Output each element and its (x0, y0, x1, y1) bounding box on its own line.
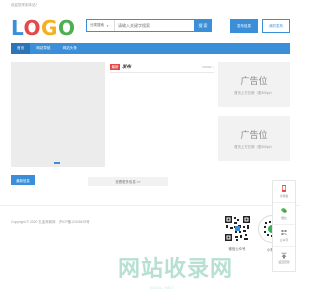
phone-icon (282, 185, 286, 193)
wechat-icon (281, 208, 287, 214)
nav-item-home[interactable]: 首页 (11, 43, 31, 54)
site-logo[interactable]: LOGO (11, 18, 75, 38)
nav-item-site-nav[interactable]: 网站导航 (30, 43, 56, 54)
my-posts-button[interactable]: 我的发布 (262, 19, 290, 33)
banner-indicator[interactable] (54, 162, 60, 164)
search-box: 分类搜索 ▼ (86, 19, 211, 32)
ad-title: 广告位 (240, 130, 268, 140)
ad-subtitle: 首页上方右侧（宽300px） (234, 145, 274, 149)
watermark-text: 网站收录网 (118, 257, 234, 282)
float-back-top[interactable]: 返回顶部 (273, 247, 295, 269)
view-more-button[interactable]: 查看更多信息 >> (88, 177, 168, 186)
latest-news-header: 最新 发布 MORE > (110, 64, 214, 73)
news-title: 发布 (122, 64, 131, 69)
copyright-text: Copyright © 2020 五金商城网 沪ICP备12345678号 (11, 220, 90, 224)
main-nav: 首页 网站导航 网站头条 (11, 43, 290, 54)
floating-toolbar: 手机版 微信 公众号 返回顶部 (272, 180, 296, 272)
nav-item-headlines[interactable]: 网站头条 (57, 43, 83, 54)
watermark: 网站收录网 (118, 258, 233, 282)
back-top-icon (281, 252, 287, 259)
search-type-select[interactable]: 分类搜索 ▼ (87, 20, 115, 31)
qr-wechat-label: 微信公众号 (228, 247, 246, 251)
news-more-link[interactable]: MORE > (202, 65, 214, 69)
float-wechat[interactable]: 微信 (273, 203, 295, 225)
qrcode-icon (223, 215, 251, 242)
chevron-down-icon: ▼ (106, 23, 109, 28)
float-mobile[interactable]: 手机版 (273, 181, 295, 203)
latest-info-button[interactable]: 最新信息 (11, 175, 35, 185)
ad-title: 广告位 (240, 76, 268, 86)
ad-slot-1[interactable]: 广告位 首页上方右侧（宽300px） (218, 62, 290, 107)
banner-slideshow[interactable] (11, 62, 105, 167)
search-button[interactable]: 搜 索 (194, 19, 212, 32)
wechat-qr: 微信公众号 (220, 215, 254, 251)
welcome-text: 欢迎您来到本站！ (11, 3, 39, 7)
ad-subtitle: 首页上方右侧（宽300px） (234, 91, 274, 95)
float-official-account[interactable]: 公众号 (273, 225, 295, 247)
news-tag: 最新 (110, 64, 120, 70)
publish-button[interactable]: 发布信息 (230, 19, 258, 33)
watermark-url: WZSL.NET (150, 285, 175, 290)
footer-divider (0, 205, 300, 206)
ad-slot-2[interactable]: 广告位 首页上方右侧（宽300px） (218, 116, 290, 161)
qrcode-icon (281, 230, 287, 236)
